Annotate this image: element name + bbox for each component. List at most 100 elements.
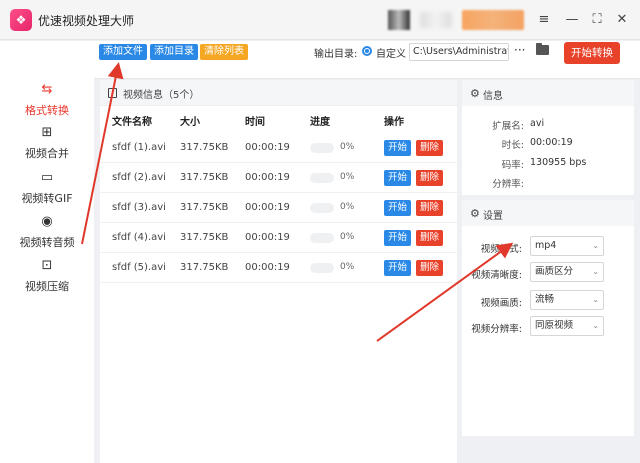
chevron-down-icon: ⌄ [592,241,599,250]
row-start-button[interactable]: 开始 [384,200,411,216]
sidebar-item-video-compress[interactable]: ⊡ 视频压缩 [0,258,94,294]
maximize-icon[interactable]: ⛶ [587,10,607,30]
sidebar-item-label: 视频转音频 [19,236,75,249]
minimize-icon[interactable]: — [562,10,582,30]
start-convert-button[interactable]: 开始转换 [564,42,620,64]
info-panel: ⚙ 信息 扩展名: avi 时长: 00:00:19 码率: 130955 bp… [462,80,634,195]
row-start-button[interactable]: 开始 [384,230,411,246]
close-icon[interactable]: ✕ [612,10,632,30]
progress-percent: 0% [340,262,355,272]
settings-panel: ⚙ 设置 视频格式: mp4 ⌄ 视频清晰度: 画质区分 ⌄ 视频画质: 流畅 … [462,200,634,436]
video-format-select[interactable]: mp4 ⌄ [530,236,604,256]
file-name: sfdf (4).avi [112,232,166,243]
audio-icon: ◉ [41,214,53,229]
chevron-down-icon: ⌄ [592,295,599,304]
progress-percent: 0% [340,172,355,182]
select-value: 同原视频 [535,320,574,331]
row-start-button[interactable]: 开始 [384,170,411,186]
settings-panel-title: 设置 [483,211,503,222]
file-size: 317.75KB [180,142,229,153]
sidebar-item-video-merge[interactable]: ⊞ 视频合并 [0,125,94,161]
row-delete-button[interactable]: 删除 [416,230,443,246]
video-clarity-select[interactable]: 画质区分 ⌄ [530,262,604,282]
progress-percent: 0% [340,202,355,212]
select-value: 画质区分 [535,266,574,277]
merge-icon: ⊞ [41,125,53,140]
table-row: sfdf (5).avi 317.75KB 00:00:19 0% 开始 删除 [100,253,457,283]
file-time: 00:00:19 [245,232,290,243]
video-quality-select[interactable]: 流畅 ⌄ [530,290,604,310]
setting-label-resolution: 视频分辨率: [471,324,522,335]
app-title: 优速视频处理大师 [38,14,135,28]
info-value-bitrate: 130955 bps [530,157,587,168]
progress-percent: 0% [340,232,355,242]
chevron-down-icon: ⌄ [592,321,599,330]
convert-icon: ⇆ [41,82,53,97]
column-header-size: 大小 [180,117,200,128]
settings-panel-header: ⚙ 设置 [462,200,634,226]
file-name: sfdf (5).avi [112,262,166,273]
sidebar-item-video-to-gif[interactable]: ▭ 视频转GIF [0,170,94,206]
info-value-extension: avi [530,118,545,129]
row-start-button[interactable]: 开始 [384,260,411,276]
progress-bar [310,263,334,273]
info-panel-header: ⚙ 信息 [462,80,634,106]
gear-icon: ⚙ [470,207,480,220]
toolbar: 添加文件 添加目录 清除列表 输出目录: 自定义 C:\Users\Admini… [94,41,640,79]
blurred-avatar [388,10,410,30]
more-options-icon[interactable]: ··· [514,43,525,57]
row-delete-button[interactable]: 删除 [416,170,443,186]
sidebar-item-label: 视频压缩 [25,280,69,293]
file-time: 00:00:19 [245,172,290,183]
sidebar-item-label: 格式转换 [25,104,69,117]
progress-bar [310,143,334,153]
clear-list-button[interactable]: 清除列表 [200,44,248,60]
file-size: 317.75KB [180,262,229,273]
info-panel-title: 信息 [483,91,503,102]
file-size: 317.75KB [180,232,229,243]
add-file-button[interactable]: 添加文件 [99,44,147,60]
sidebar-item-format-convert[interactable]: ⇆ 格式转换 [0,82,94,118]
compress-icon: ⊡ [41,258,53,273]
select-value: mp4 [535,240,557,251]
row-delete-button[interactable]: 删除 [416,200,443,216]
menu-icon[interactable]: ≡ [534,10,554,30]
folder-icon[interactable] [536,43,549,55]
info-key-resolution: 分辨率: [492,179,524,190]
chevron-down-icon: ⌄ [592,267,599,276]
file-list-panel: 视频信息（5个） 文件名称 大小 时间 进度 操作 sfdf (1).avi 3… [100,80,457,463]
progress-bar [310,173,334,183]
file-time: 00:00:19 [245,142,290,153]
custom-dir-radio[interactable] [362,46,372,56]
sidebar-item-video-to-audio[interactable]: ◉ 视频转音频 [0,214,94,250]
setting-label-clarity: 视频清晰度: [471,270,522,281]
row-delete-button[interactable]: 删除 [416,260,443,276]
file-panel-title: 视频信息（5个） [123,90,200,101]
file-name: sfdf (1).avi [112,142,166,153]
row-delete-button[interactable]: 删除 [416,140,443,156]
column-header-progress: 进度 [310,117,330,128]
blurred-vip-badge [462,10,524,30]
column-header-name: 文件名称 [112,117,152,128]
table-row: sfdf (4).avi 317.75KB 00:00:19 0% 开始 删除 [100,223,457,253]
add-folder-button[interactable]: 添加目录 [150,44,198,60]
sidebar-item-label: 视频转GIF [21,192,73,205]
output-dir-label: 输出目录: [314,49,358,60]
custom-dir-label: 自定义 [376,49,406,60]
file-time: 00:00:19 [245,202,290,213]
file-time: 00:00:19 [245,262,290,273]
blurred-username [420,12,452,28]
progress-bar [310,233,334,243]
setting-label-quality: 视频画质: [480,298,522,309]
video-resolution-select[interactable]: 同原视频 ⌄ [530,316,604,336]
row-start-button[interactable]: 开始 [384,140,411,156]
video-info-icon [108,88,117,98]
file-name: sfdf (2).avi [112,172,166,183]
sidebar: ⇆ 格式转换 ⊞ 视频合并 ▭ 视频转GIF ◉ 视频转音频 ⊡ 视频压缩 [0,41,94,463]
info-key-bitrate: 码率: [501,160,524,171]
table-row: sfdf (1).avi 317.75KB 00:00:19 0% 开始 删除 [100,133,457,163]
column-header-time: 时间 [245,117,265,128]
select-value: 流畅 [535,294,555,305]
file-name: sfdf (3).avi [112,202,166,213]
output-path-input[interactable]: C:\Users\Administrator\ [409,43,509,61]
